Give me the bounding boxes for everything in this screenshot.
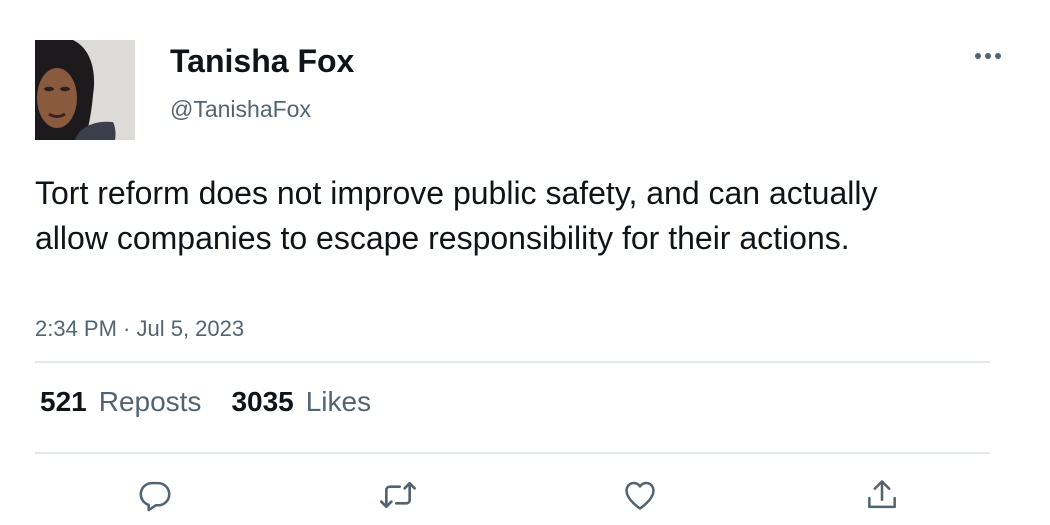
- divider: [35, 452, 990, 454]
- likes-stat[interactable]: 3035 Likes: [231, 386, 371, 418]
- reposts-stat[interactable]: 521 Reposts: [40, 386, 201, 418]
- author-handle[interactable]: @TanishaFox: [170, 96, 311, 123]
- tweet-text: Tort reform does not improve public safe…: [35, 175, 878, 256]
- engagement-stats: 521 Reposts 3035 Likes: [40, 386, 371, 418]
- share-upload-icon: [868, 480, 896, 509]
- avatar[interactable]: [35, 40, 135, 140]
- more-options-button[interactable]: [968, 40, 1008, 72]
- heart-icon: [625, 481, 655, 510]
- likes-label: Likes: [305, 386, 372, 417]
- reposts-count: 521: [40, 386, 87, 417]
- profile-photo: [35, 40, 135, 140]
- reposts-label: Reposts: [98, 386, 202, 417]
- like-button[interactable]: [615, 470, 665, 520]
- action-bar: [0, 470, 1050, 520]
- reply-button[interactable]: [130, 470, 180, 520]
- ellipsis-icon: [975, 53, 1001, 59]
- speech-bubble-icon: [139, 481, 171, 512]
- repost-arrows-icon: [380, 482, 416, 508]
- divider: [35, 361, 990, 363]
- repost-button[interactable]: [373, 470, 423, 520]
- tweet-timestamp[interactable]: 2:34 PM · Jul 5, 2023: [35, 316, 244, 342]
- author-name[interactable]: Tanisha Fox: [170, 43, 354, 80]
- share-button[interactable]: [857, 470, 907, 520]
- likes-count: 3035: [231, 386, 294, 417]
